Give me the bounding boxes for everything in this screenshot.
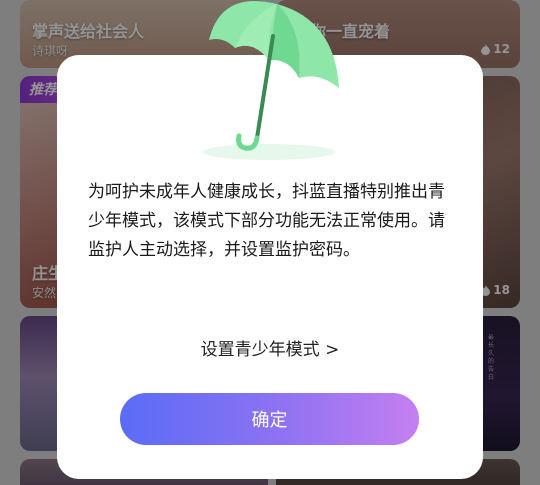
umbrella-icon bbox=[203, 0, 339, 160]
dialog-message: 为呵护未成年人健康成长，抖蓝直播特别推出青少年模式，该模式下部分功能无法正常使用… bbox=[88, 182, 445, 260]
set-youth-mode-link[interactable]: 设置青少年模式 > bbox=[57, 335, 483, 360]
confirm-button[interactable]: 确定 bbox=[120, 393, 419, 445]
